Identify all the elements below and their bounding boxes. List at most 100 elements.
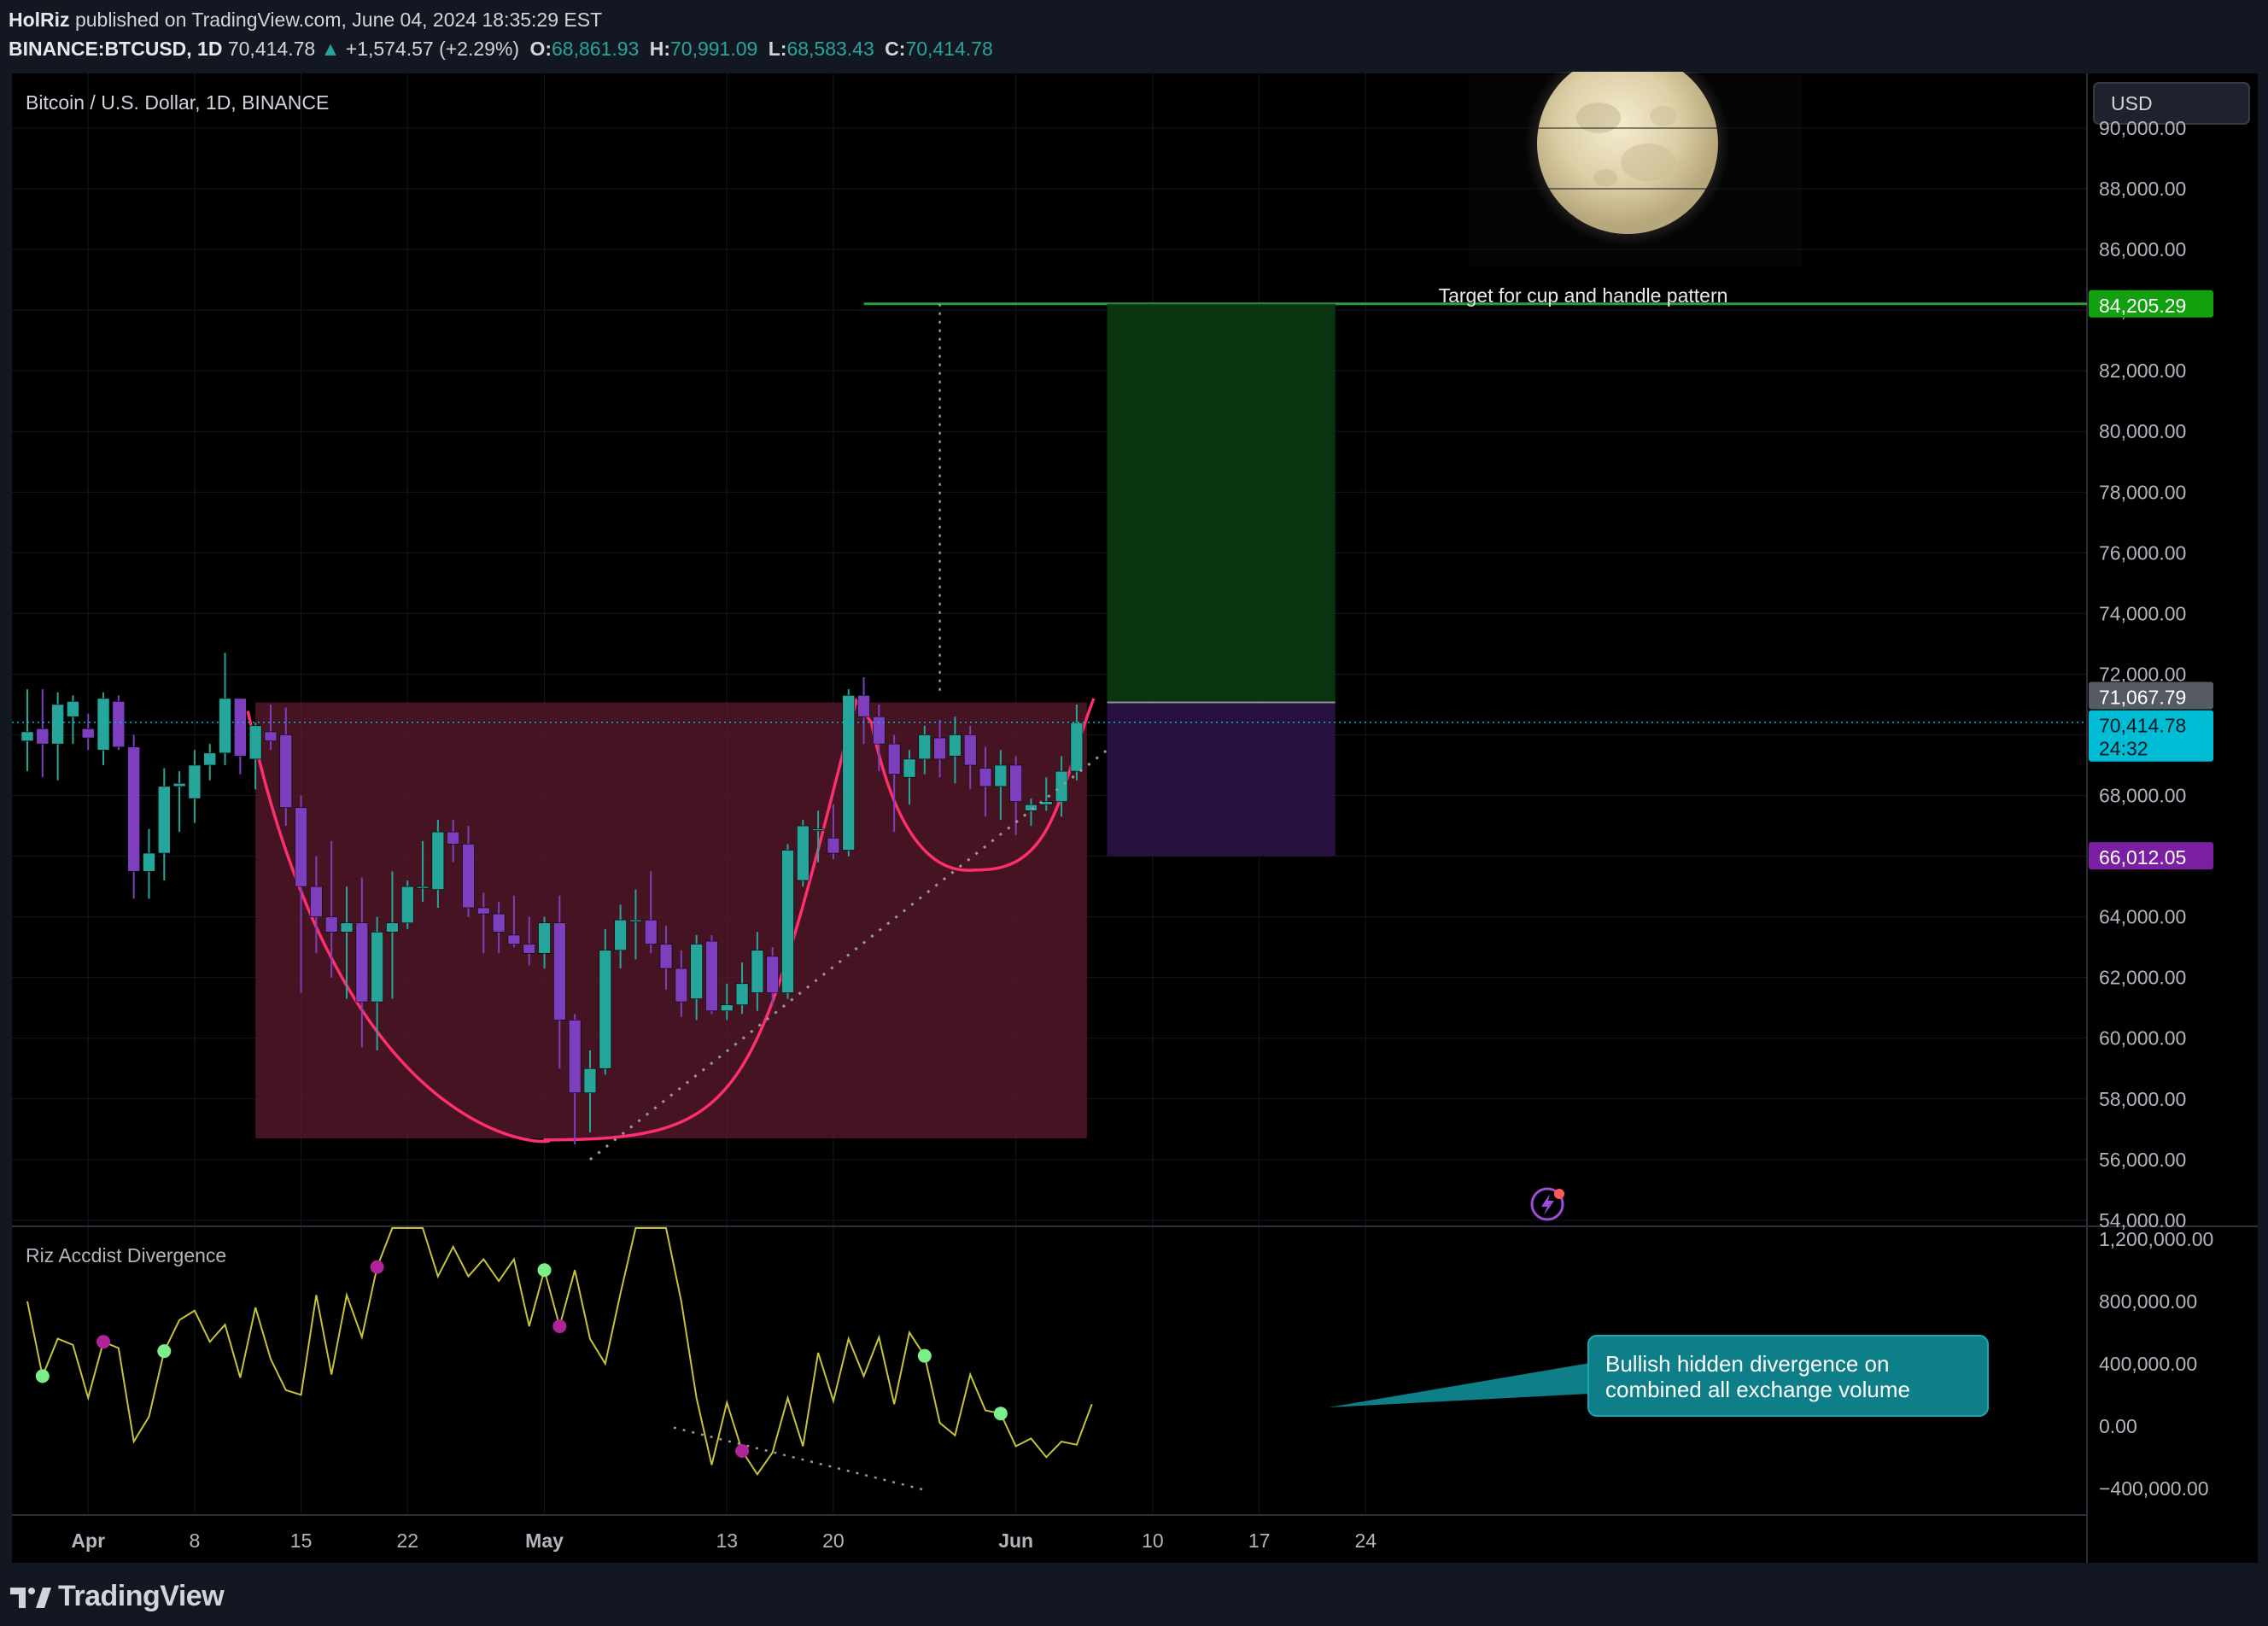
candle-body	[264, 731, 278, 741]
candle-body	[447, 831, 459, 845]
candle-body	[476, 907, 490, 915]
candle-body	[873, 716, 886, 745]
high-label: H:	[649, 38, 670, 60]
candle-body	[203, 752, 217, 766]
candle-body	[751, 950, 764, 993]
candle-body	[507, 934, 521, 945]
candle-body	[188, 764, 202, 799]
candle-body	[766, 956, 779, 993]
indicator-title[interactable]: Riz Accdist Divergence	[26, 1244, 226, 1266]
indicator-tick-label: 0.00	[2099, 1415, 2137, 1437]
tradingview-brand: TradingView	[58, 1580, 225, 1612]
ohlc-line: BINANCE:BTCUSD, 1D 70,414.78 ▲ +1,574.57…	[9, 38, 993, 61]
price-change: +1,574.57 (+2.29%)	[345, 38, 520, 60]
tradingview-logo[interactable]: TradingView	[10, 1580, 225, 1613]
candle-body	[67, 701, 79, 717]
bullish-divergence-marker	[993, 1407, 1008, 1421]
last-price-label: 24:32	[2099, 738, 2148, 760]
author-name[interactable]: HolRiz	[9, 9, 70, 31]
time-scale-background	[12, 1515, 2258, 1563]
indicator-tick-label: 800,000.00	[2099, 1290, 2197, 1313]
moon-image	[1469, 72, 1802, 266]
candle-body	[705, 940, 718, 1012]
high-value: 70,991.09	[670, 38, 758, 60]
time-tick-label: 20	[822, 1529, 845, 1552]
price-tick-label: 64,000.00	[2099, 906, 2186, 928]
indicator-tick-label: 400,000.00	[2099, 1353, 2197, 1375]
candle-body	[903, 758, 916, 778]
candle-body	[629, 919, 642, 922]
price-tick-label: 80,000.00	[2099, 420, 2186, 442]
candle-body	[112, 701, 126, 747]
chart-header: HolRiz published on TradingView.com, Jun…	[0, 0, 2268, 72]
published-text: published on TradingView.com, June 04, 2…	[69, 9, 603, 31]
candle-body	[462, 844, 475, 909]
price-tick-label: 62,000.00	[2099, 967, 2186, 989]
bearish-divergence-marker	[96, 1335, 111, 1349]
candle-body	[127, 746, 140, 872]
entry-price-label: 71,067.79	[2099, 687, 2186, 709]
bullish-divergence-marker	[157, 1344, 172, 1359]
candle-body	[295, 807, 307, 887]
candle-body	[340, 922, 354, 933]
candle-body	[842, 694, 856, 851]
candle-body	[248, 725, 262, 760]
candle-body	[690, 944, 703, 999]
close-value: 70,414.78	[905, 38, 993, 60]
candle-body	[933, 737, 946, 760]
symbol-name[interactable]: BINANCE:BTCUSD, 1D	[9, 38, 222, 60]
price-chart[interactable]: Bitcoin / U.S. Dollar, 1D, BINANCE USD R…	[0, 72, 2268, 1565]
last-price: 70,414.78	[227, 38, 316, 60]
indicator-tick-label: 1,200,000.00	[2099, 1228, 2213, 1250]
bullish-divergence-marker	[917, 1348, 932, 1363]
candle-body	[1070, 722, 1084, 772]
low-value: 68,583.43	[786, 38, 874, 60]
candle-body	[720, 1004, 734, 1012]
candle-body	[36, 728, 50, 745]
target-label[interactable]: Target for cup and handle pattern	[1439, 284, 1728, 307]
candle-body	[157, 786, 171, 854]
price-tick-label: 72,000.00	[2099, 663, 2186, 685]
time-tick-label: May	[525, 1529, 564, 1552]
time-tick-label: 24	[1354, 1529, 1377, 1552]
candle-body	[324, 916, 338, 933]
open-value: 68,861.93	[552, 38, 640, 60]
cup-zone	[255, 702, 1087, 1138]
publish-line: HolRiz published on TradingView.com, Jun…	[9, 9, 602, 32]
bearish-divergence-marker	[370, 1260, 384, 1274]
time-tick-label: 17	[1248, 1529, 1271, 1552]
price-tick-label: 58,000.00	[2099, 1088, 2186, 1110]
candle-body	[827, 837, 840, 854]
tradingview-logo-icon	[10, 1587, 51, 1608]
time-tick-label: 8	[190, 1529, 201, 1552]
time-tick-label: 15	[290, 1529, 313, 1552]
callout-line-2: combined all exchange volume	[1605, 1377, 1910, 1402]
price-tick-label: 90,000.00	[2099, 117, 2186, 139]
candle-body	[386, 922, 399, 933]
bullish-divergence-marker	[35, 1369, 50, 1383]
bearish-divergence-marker	[735, 1443, 750, 1458]
price-tick-label: 68,000.00	[2099, 785, 2186, 807]
price-tick-label: 82,000.00	[2099, 360, 2186, 382]
candle-body	[963, 734, 977, 766]
candle-body	[599, 950, 612, 1069]
candle-body	[553, 922, 566, 1021]
candle-body	[568, 1020, 582, 1093]
candle-body	[1055, 770, 1068, 802]
candle-body	[583, 1067, 597, 1093]
currency-label[interactable]: USD	[2111, 92, 2153, 114]
stop-zone	[1107, 702, 1336, 857]
price-tick-label: 78,000.00	[2099, 481, 2186, 503]
candle-body	[979, 768, 992, 787]
candle-body	[355, 922, 369, 1003]
time-tick-label: 10	[1142, 1529, 1164, 1552]
bearish-divergence-marker	[552, 1319, 567, 1333]
candle-body	[400, 886, 414, 924]
candle-body	[96, 698, 110, 751]
candle-body	[994, 764, 1008, 787]
callout-line-1: Bullish hidden divergence on	[1605, 1351, 1889, 1377]
candle-body	[614, 919, 627, 951]
candle-body	[523, 944, 536, 954]
indicator-tick-label: −400,000.00	[2099, 1477, 2209, 1500]
candle-body	[492, 913, 506, 933]
